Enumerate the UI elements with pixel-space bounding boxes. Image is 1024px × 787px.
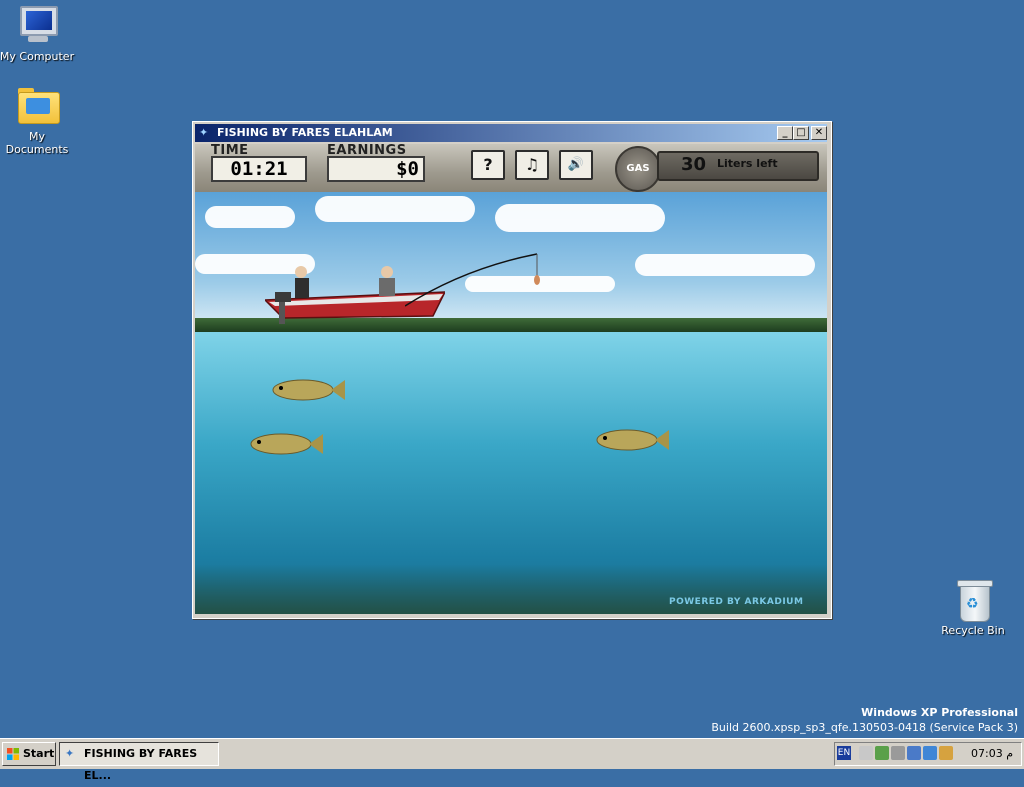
gas-value: 30 bbox=[681, 154, 707, 175]
app-icon: ✦ bbox=[65, 747, 75, 760]
desktop-icon-label: My Computer bbox=[0, 50, 75, 63]
os-edition-text: Windows XP Professional bbox=[861, 706, 1018, 719]
recycle-bin-icon: ♻ bbox=[950, 578, 996, 622]
tray-icon[interactable] bbox=[923, 746, 937, 760]
tray-icon[interactable] bbox=[859, 746, 873, 760]
desktop-icon-label: My Documents bbox=[5, 130, 69, 156]
start-label: Start bbox=[23, 747, 55, 760]
computer-icon bbox=[14, 4, 60, 46]
taskbar: Start ✦ FISHING BY FARES EL... EN 07:03 … bbox=[0, 738, 1024, 782]
desktop-icon-label: Recycle Bin bbox=[941, 624, 1005, 637]
start-button[interactable]: Start bbox=[2, 742, 56, 766]
system-tray: EN 07:03 م bbox=[834, 742, 1022, 766]
os-build-text: Build 2600.xpsp_sp3_qfe.130503-0418 (Ser… bbox=[711, 721, 1018, 734]
powered-by-credit: POWERED BY ARKADIUM bbox=[669, 597, 804, 607]
earnings-value: $0 bbox=[327, 156, 425, 182]
tray-icon[interactable] bbox=[891, 746, 905, 760]
desktop-icon-recycle-bin[interactable]: ♻ Recycle Bin bbox=[933, 578, 1013, 637]
game-canvas[interactable]: POWERED BY ARKADIUM TIME 01:21 EARNINGS … bbox=[195, 144, 827, 614]
taskbar-item-label: FISHING BY FARES EL... bbox=[84, 747, 198, 782]
window-titlebar[interactable]: ✦ FISHING BY FARES ELAHLAM _ □ ✕ bbox=[195, 124, 827, 142]
speaker-icon: 🔊 bbox=[567, 157, 585, 172]
cloud bbox=[205, 206, 295, 228]
close-button[interactable]: ✕ bbox=[811, 126, 827, 140]
question-mark-icon: ? bbox=[483, 155, 493, 174]
documents-folder-icon bbox=[14, 84, 60, 126]
app-icon: ✦ bbox=[199, 126, 209, 139]
fish[interactable] bbox=[247, 430, 323, 456]
windows-logo-icon bbox=[7, 748, 19, 760]
fish[interactable] bbox=[269, 376, 345, 402]
tray-icon[interactable] bbox=[939, 746, 953, 760]
cloud bbox=[495, 204, 665, 232]
taskbar-item-fishing[interactable]: ✦ FISHING BY FARES EL... bbox=[59, 742, 219, 782]
game-window: ✦ FISHING BY FARES ELAHLAM _ □ ✕ POWERED… bbox=[192, 121, 832, 619]
network-icon[interactable] bbox=[907, 746, 921, 760]
sound-toggle-button[interactable]: 🔊 bbox=[559, 150, 593, 180]
help-button[interactable]: ? bbox=[471, 150, 505, 180]
clock[interactable]: 07:03 م bbox=[971, 743, 1013, 765]
game-hud: TIME 01:21 EARNINGS $0 ? ♫ 🔊 GAS 30 Lite… bbox=[195, 144, 827, 192]
music-note-icon: ♫ bbox=[524, 155, 540, 174]
desktop-icon-my-documents[interactable]: My Documents bbox=[0, 84, 77, 156]
cloud bbox=[635, 254, 815, 276]
fish[interactable] bbox=[593, 426, 669, 452]
time-value: 01:21 bbox=[211, 156, 307, 182]
gas-level-bar: 30 Liters left bbox=[657, 151, 819, 181]
gas-unit: Liters left bbox=[717, 157, 778, 170]
cloud bbox=[315, 196, 475, 222]
fishing-rod-line bbox=[405, 253, 540, 307]
security-shield-icon[interactable] bbox=[875, 746, 889, 760]
gas-gauge-dial: GAS bbox=[615, 146, 661, 192]
desktop-icon-my-computer[interactable]: My Computer bbox=[0, 4, 77, 63]
minimize-button[interactable]: _ bbox=[777, 126, 793, 140]
window-title: FISHING BY FARES ELAHLAM bbox=[217, 126, 393, 139]
language-indicator[interactable]: EN bbox=[837, 746, 851, 760]
maximize-button[interactable]: □ bbox=[793, 126, 809, 140]
music-toggle-button[interactable]: ♫ bbox=[515, 150, 549, 180]
